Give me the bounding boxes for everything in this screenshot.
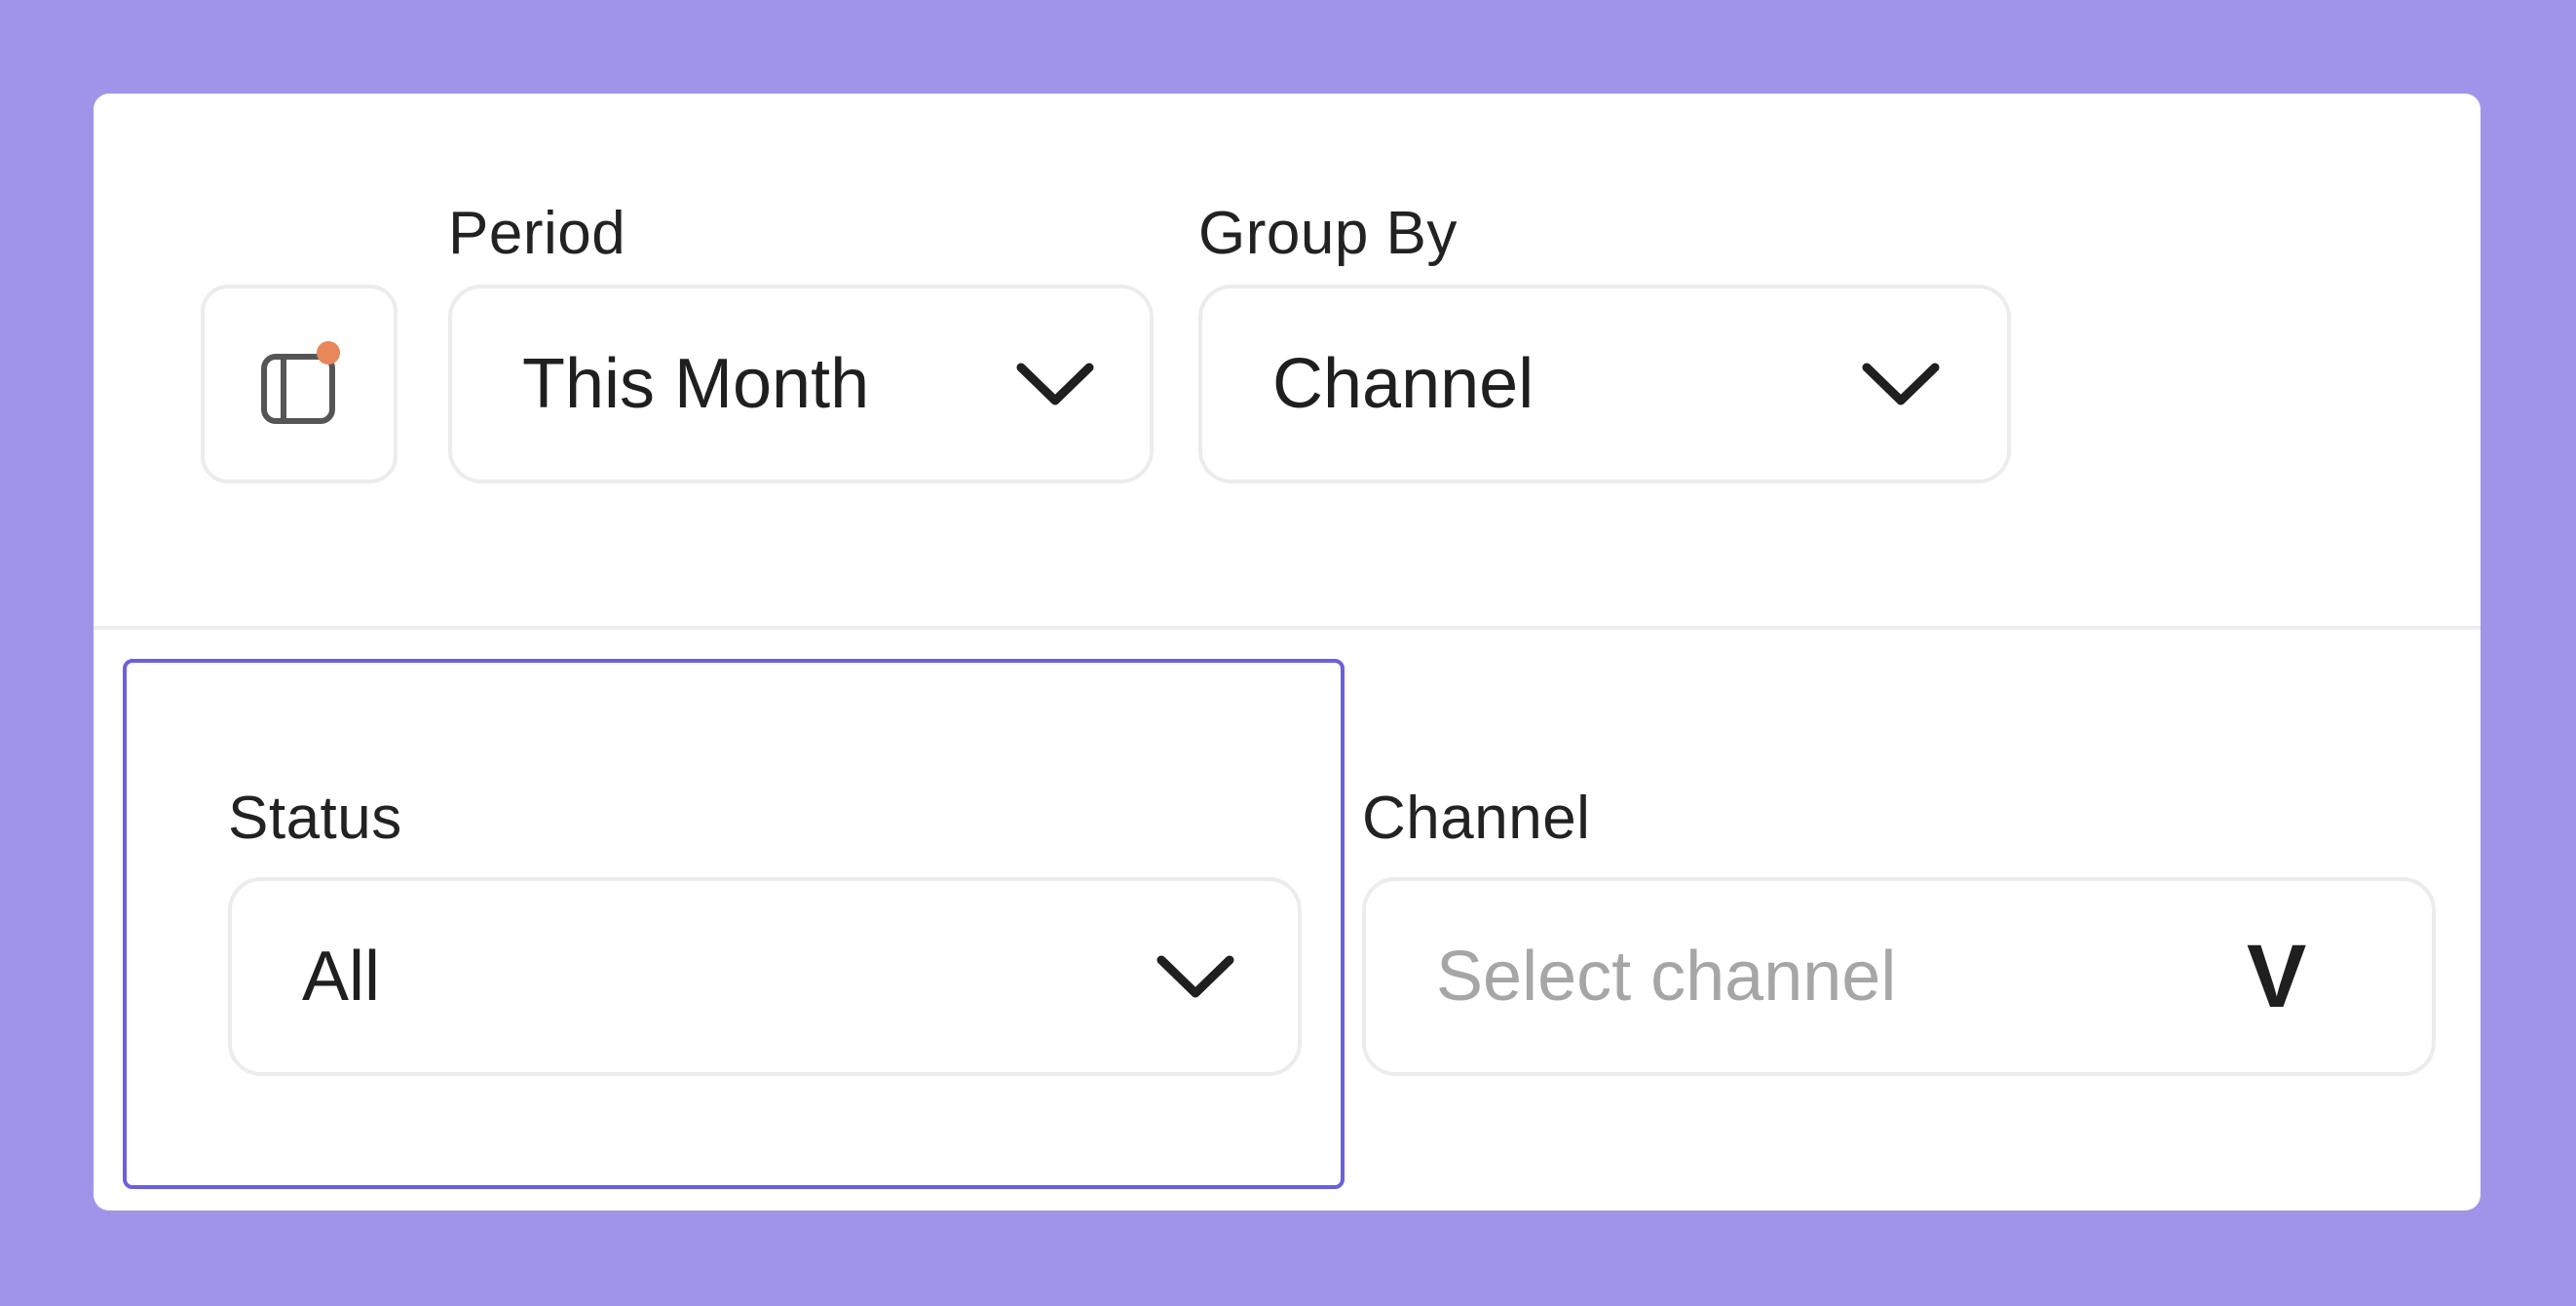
chevron-down-icon	[1016, 363, 1094, 405]
filter-panel: Period This Month Group By Channel Statu…	[94, 94, 2481, 1210]
group-by-select[interactable]: Channel	[1198, 285, 2011, 483]
period-select-value: This Month	[522, 345, 870, 423]
status-label: Status	[228, 785, 402, 852]
period-label: Period	[448, 200, 626, 267]
status-select[interactable]: All	[228, 877, 1302, 1076]
filter-toolbar: Period This Month Group By Channel	[94, 94, 2481, 626]
channel-label: Channel	[1362, 785, 1591, 852]
channel-select[interactable]: Select channel V	[1362, 877, 2436, 1076]
group-by-label: Group By	[1198, 200, 1458, 267]
status-select-value: All	[302, 938, 381, 1016]
section-divider	[94, 626, 2481, 630]
chevron-down-icon: V	[2247, 927, 2307, 1026]
notification-dot	[317, 341, 340, 365]
panel-toggle-button[interactable]	[201, 285, 398, 483]
chevron-down-icon	[1156, 955, 1234, 998]
period-select[interactable]: This Month	[448, 285, 1154, 483]
sidebar-panel-icon	[261, 341, 340, 424]
chevron-down-icon	[1862, 363, 1940, 405]
channel-select-placeholder: Select channel	[1436, 938, 1897, 1016]
group-by-select-value: Channel	[1272, 345, 1534, 423]
